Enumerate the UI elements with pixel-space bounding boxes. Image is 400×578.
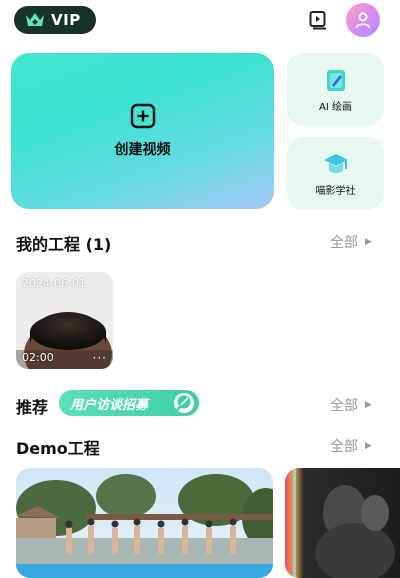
chevron-right-icon: ▶ bbox=[365, 237, 372, 247]
chevron-right-icon: ▶ bbox=[365, 441, 372, 451]
school-label: 喵影学社 bbox=[315, 185, 356, 197]
my-projects-see-all[interactable]: 全部 ▶ bbox=[330, 232, 372, 252]
create-video-label: 创建视频 bbox=[114, 142, 171, 158]
project-date: 2024-06-01 bbox=[22, 277, 86, 290]
ai-paint-label: AI 绘画 bbox=[319, 101, 352, 113]
demo-see-all[interactable]: 全部 ▶ bbox=[330, 436, 372, 456]
graduation-cap-icon bbox=[323, 153, 348, 173]
user-interview-banner[interactable]: 用户访谈招募 bbox=[59, 390, 199, 416]
ai-paint-card[interactable]: AI 绘画 bbox=[287, 53, 384, 126]
video-library-icon[interactable] bbox=[308, 10, 328, 30]
more-options-button[interactable]: ··· bbox=[93, 351, 107, 365]
demo-title: Demo工程 bbox=[16, 439, 100, 458]
create-video-card[interactable]: 创建视频 bbox=[11, 53, 274, 209]
see-all-label: 全部 bbox=[330, 235, 358, 251]
see-all-label: 全部 bbox=[330, 439, 358, 455]
paint-book-icon bbox=[326, 69, 345, 91]
microphone-icon bbox=[174, 393, 194, 413]
school-card[interactable]: 喵影学社 bbox=[287, 137, 384, 210]
demo-boxing-image bbox=[285, 468, 400, 578]
demo-card-pool[interactable] bbox=[16, 468, 273, 578]
user-interview-label: 用户访谈招募 bbox=[70, 397, 149, 413]
plus-square-icon bbox=[130, 103, 155, 129]
crown-icon bbox=[26, 13, 44, 26]
see-all-label: 全部 bbox=[330, 398, 358, 414]
demo-card-boxing[interactable] bbox=[285, 468, 400, 578]
avatar[interactable] bbox=[346, 3, 380, 37]
my-projects-title: 我的工程 (1) bbox=[16, 235, 112, 254]
demo-pool-image bbox=[16, 468, 273, 578]
chevron-right-icon: ▶ bbox=[365, 400, 372, 410]
vip-badge[interactable]: VIP bbox=[14, 6, 96, 34]
vip-label: VIP bbox=[51, 11, 81, 29]
user-icon bbox=[355, 12, 371, 29]
project-duration: 02:00 bbox=[22, 351, 54, 364]
project-thumbnail[interactable]: 2024-06-01 02:00 ··· bbox=[16, 272, 113, 369]
recommend-see-all[interactable]: 全部 ▶ bbox=[330, 395, 372, 415]
recommend-title: 推荐 bbox=[16, 398, 49, 417]
